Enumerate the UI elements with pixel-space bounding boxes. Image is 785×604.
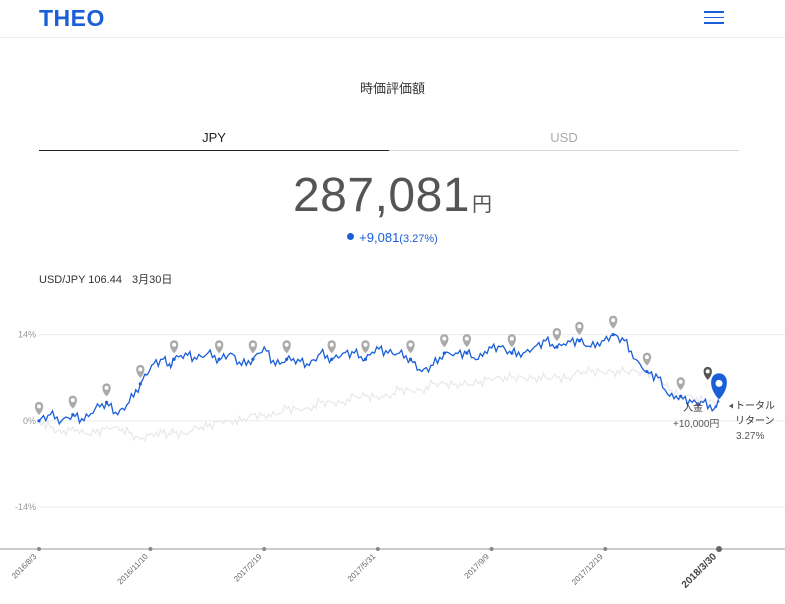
deposit-annotation-label: 入金 bbox=[683, 401, 703, 414]
x-tick-label: 2017/12/19 bbox=[570, 552, 605, 587]
x-tick-dot bbox=[148, 547, 153, 551]
series-line-portfolio bbox=[38, 333, 720, 426]
deposit-pin-hole bbox=[408, 342, 413, 347]
valuation-amount: 287,081 円 bbox=[0, 168, 785, 223]
x-tick-dot bbox=[489, 547, 494, 551]
data-point bbox=[330, 357, 334, 361]
x-tick-dot bbox=[716, 546, 722, 552]
data-point bbox=[442, 351, 446, 355]
change-amount: +9,081 bbox=[359, 230, 400, 245]
deposit-pin-hole bbox=[442, 336, 447, 341]
deposit-pin-hole bbox=[104, 385, 109, 390]
latest-deposit-pin-hole bbox=[705, 369, 710, 374]
deposit-pin-icon bbox=[575, 321, 584, 335]
valuation-change: +9,081(3.27%) bbox=[0, 230, 785, 245]
x-tick-dot bbox=[375, 547, 380, 551]
valuation-number: 287,081 bbox=[292, 169, 470, 222]
data-point bbox=[408, 357, 413, 361]
data-point bbox=[251, 357, 255, 361]
valuation-unit: 円 bbox=[472, 194, 492, 216]
change-percent: (3.27%) bbox=[399, 233, 438, 245]
x-tick-dot bbox=[603, 547, 608, 551]
deposit-pin-hole bbox=[554, 330, 559, 335]
performance-chart[interactable]: 14% 0% -14% 2016/8/3 2016/11/10 2017/2/19 2017… bbox=[0, 300, 785, 604]
data-point bbox=[679, 394, 683, 398]
deposit-pin-hole bbox=[37, 404, 41, 409]
y-tick-label: 0% bbox=[23, 416, 36, 426]
data-point bbox=[645, 369, 649, 374]
current-position-pin-hole bbox=[715, 379, 723, 387]
deposit-pin-hole bbox=[363, 342, 368, 347]
x-tick-dot bbox=[37, 547, 41, 551]
deposit-pin-hole bbox=[250, 342, 255, 347]
latest-deposit-pin-icon bbox=[703, 366, 712, 380]
deposit-pin-hole bbox=[138, 367, 143, 372]
x-tick-label: 2016/8/3 bbox=[10, 552, 39, 581]
deposit-pin-hole bbox=[644, 355, 649, 360]
data-point bbox=[138, 382, 142, 386]
fx-rate-date: 3月30日 bbox=[131, 274, 173, 286]
total-return-label: トータル bbox=[735, 400, 775, 412]
theo-logo[interactable]: THEO bbox=[39, 5, 105, 32]
y-tick-label: 14% bbox=[18, 330, 36, 340]
deposit-pin-hole bbox=[329, 342, 334, 347]
series-line-benchmark bbox=[38, 364, 720, 442]
x-tick-label: 2016/11/10 bbox=[116, 552, 151, 587]
total-return-value: 3.27% bbox=[736, 431, 764, 442]
deposit-pin-hole bbox=[577, 324, 582, 329]
x-tick-label: 2017/9/9 bbox=[463, 552, 492, 581]
data-point bbox=[71, 413, 75, 417]
total-return-label-2: リターン bbox=[735, 415, 775, 427]
deposit-pin-hole bbox=[172, 342, 177, 347]
deposit-pin-icon bbox=[136, 364, 145, 378]
tab-jpy[interactable]: JPY bbox=[39, 130, 389, 151]
change-dot-icon bbox=[347, 233, 355, 240]
fx-rate-label: USD/JPY 106.44 bbox=[39, 274, 122, 286]
deposit-pin-hole bbox=[678, 379, 683, 384]
page-title: 時価評価額 bbox=[359, 81, 425, 96]
deposit-pin-hole bbox=[70, 398, 75, 403]
data-point bbox=[611, 333, 615, 337]
data-point bbox=[37, 419, 41, 423]
total-return-arrow-icon bbox=[729, 403, 733, 409]
deposit-annotation-value: +10,000円 bbox=[673, 419, 719, 430]
data-point bbox=[465, 351, 469, 355]
x-tick-dot bbox=[262, 547, 267, 551]
deposit-pin-hole bbox=[217, 342, 222, 347]
deposit-pin-hole bbox=[509, 336, 514, 341]
data-point bbox=[510, 351, 514, 355]
data-point bbox=[217, 357, 221, 361]
deposit-pin-hole bbox=[611, 318, 616, 323]
tab-usd[interactable]: USD bbox=[389, 130, 739, 151]
data-point bbox=[363, 357, 368, 361]
data-point bbox=[172, 357, 176, 361]
y-tick-label: -14% bbox=[15, 502, 36, 512]
deposit-pin-hole bbox=[464, 336, 469, 341]
hamburger-menu-icon[interactable] bbox=[704, 11, 724, 24]
data-point bbox=[555, 345, 559, 349]
x-tick-label: 2017/2/19 bbox=[232, 552, 264, 584]
data-point bbox=[577, 339, 581, 343]
deposit-pin-icon bbox=[609, 315, 618, 329]
deposit-pin-hole bbox=[284, 342, 289, 347]
data-point bbox=[285, 357, 289, 361]
x-tick-label: 2018/3/30 bbox=[680, 551, 720, 591]
x-tick-label: 2017/5/31 bbox=[346, 552, 378, 584]
data-point bbox=[104, 400, 109, 404]
app-header: THEO bbox=[0, 0, 785, 38]
fx-rate: USD/JPY 106.44 3月30日 bbox=[39, 271, 182, 287]
